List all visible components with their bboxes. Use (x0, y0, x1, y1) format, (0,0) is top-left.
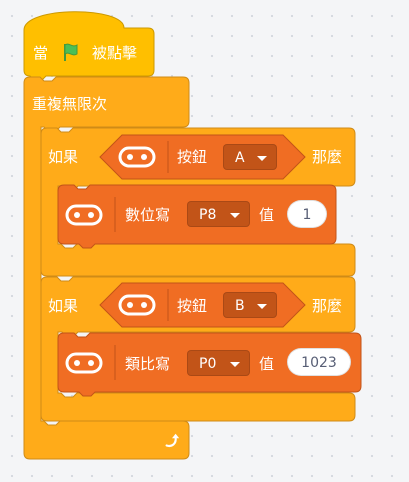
microbit-icon (118, 294, 156, 316)
then-label-2: 那麼 (312, 297, 343, 315)
if-label-2: 如果 (48, 297, 79, 315)
action-label-1: 數位寫 (125, 206, 171, 224)
chevron-down-icon (257, 156, 267, 161)
hat-label-when: 當 (33, 44, 49, 62)
button-dropdown-1[interactable]: A (223, 144, 277, 170)
block-script (23, 11, 362, 460)
microbit-icon (65, 204, 103, 226)
condition-label-1: 按鈕 (177, 148, 208, 166)
pin-dropdown-1[interactable]: P8 (187, 201, 250, 227)
button-dropdown-2-value: B (235, 298, 245, 314)
if-label-1: 如果 (48, 148, 79, 166)
pin-dropdown-2[interactable]: P0 (187, 350, 250, 376)
chevron-down-icon (230, 362, 240, 367)
microbit-icon (65, 352, 103, 374)
green-flag-icon (64, 43, 78, 61)
value-label-2: 值 (259, 355, 275, 373)
condition-label-2: 按鈕 (177, 297, 208, 315)
button-dropdown-1-value: A (235, 150, 245, 166)
value-label-1: 值 (259, 206, 275, 224)
value-input-2[interactable]: 1023 (287, 348, 351, 376)
pin-dropdown-1-value: P8 (199, 207, 217, 223)
hat-label-clicked: 被點擊 (92, 44, 138, 62)
forever-label: 重複無限次 (32, 95, 108, 113)
chevron-down-icon (257, 304, 267, 309)
then-label-1: 那麼 (312, 148, 343, 166)
pin-dropdown-2-value: P0 (199, 356, 217, 372)
button-dropdown-2[interactable]: B (223, 292, 277, 318)
chevron-down-icon (230, 213, 240, 218)
action-label-2: 類比寫 (125, 355, 171, 373)
value-input-1[interactable]: 1 (287, 200, 327, 228)
microbit-icon (118, 146, 156, 168)
loop-arrow-icon (165, 433, 180, 448)
